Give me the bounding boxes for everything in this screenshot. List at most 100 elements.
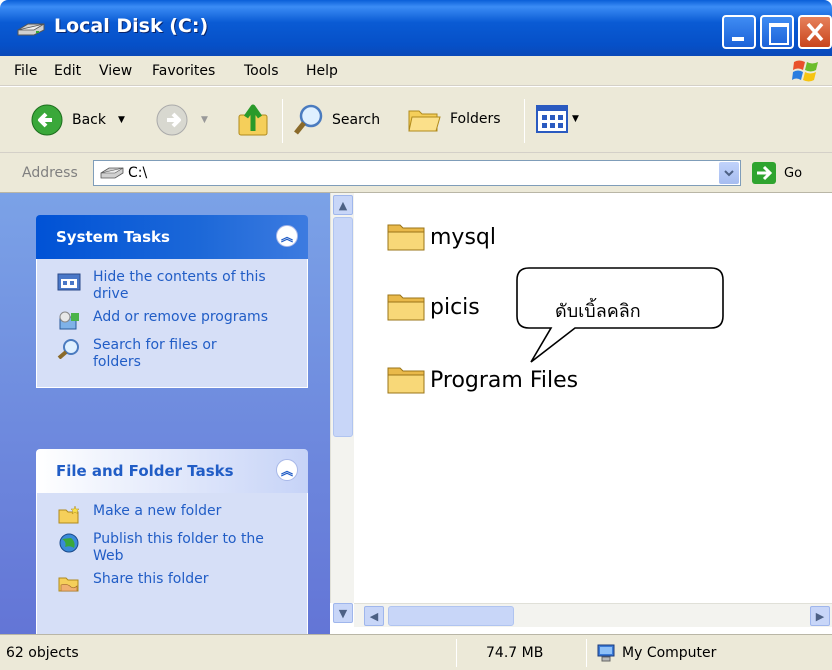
menu-favorites[interactable]: Favorites [152,63,215,79]
up-folder-button[interactable] [235,101,271,139]
task-hide-drive-contents[interactable]: Hide the contents of this drive [57,269,297,303]
publish-web-icon [59,533,79,553]
views-button[interactable]: ▼ [536,105,579,133]
folder-item-mysql[interactable]: mysql [386,222,496,252]
folder-name: mysql [430,224,496,250]
folder-item-picis[interactable]: picis [386,292,480,322]
task-label: Publish this folder to the Web [93,531,264,564]
menu-bar: File Edit View Favorites Tools Help [0,56,832,86]
address-bar: Address C:\ Go [0,153,832,193]
search-icon [57,339,79,359]
file-folder-tasks-header[interactable]: File and Folder Tasks ︽ [36,449,308,493]
location-label: My Computer [622,645,717,661]
task-publish-web[interactable]: Publish this folder to the Web [57,531,297,565]
hide-drive-icon [57,273,81,291]
search-label: Search [332,112,381,128]
back-button[interactable]: Back ▼ [30,103,125,137]
folder-icon [387,224,425,251]
close-icon [806,22,824,42]
close-button[interactable] [798,15,832,49]
forward-button[interactable]: ▼ [155,103,208,137]
back-dropdown-icon[interactable]: ▼ [118,115,125,125]
task-label: Add or remove programs [93,309,268,325]
task-pane: System Tasks ︽ Hide the contents of this… [0,193,330,653]
new-folder-icon [58,505,80,524]
task-make-new-folder[interactable]: Make a new folder [57,503,297,525]
scroll-left-icon[interactable]: ◀ [364,606,384,626]
folder-name: picis [430,294,480,320]
task-label: Make a new folder [93,503,222,519]
system-tasks-panel: System Tasks ︽ Hide the contents of this… [36,215,308,388]
task-share-folder[interactable]: Share this folder [57,571,297,593]
system-tasks-header[interactable]: System Tasks ︽ [36,215,308,259]
task-add-remove-programs[interactable]: Add or remove programs [57,309,297,331]
vertical-scroll-thumb[interactable] [333,217,353,437]
status-bar: 62 objects 74.7 MB My Computer [0,634,832,670]
toolbar-separator [524,99,525,143]
menu-edit[interactable]: Edit [54,63,81,79]
folder-icon [387,367,425,394]
callout-text: ดับเบิ้ลคลิก [555,301,641,322]
task-label: Hide the contents of this drive [93,269,266,302]
search-button[interactable]: Search [292,103,380,137]
toolbar: Back ▼ ▼ Search Folders ▼ [0,87,832,153]
total-size: 74.7 MB [486,645,544,661]
forward-dropdown-icon[interactable]: ▼ [201,115,208,125]
horizontal-scrollbar[interactable]: ◀ ▶ [354,603,832,627]
address-dropdown-button[interactable] [719,162,739,184]
folder-name: Program Files [430,367,579,393]
horizontal-scroll-thumb[interactable] [388,606,514,626]
views-dropdown-icon[interactable]: ▼ [572,114,579,124]
file-folder-tasks-title: File and Folder Tasks [56,462,234,480]
system-tasks-body: Hide the contents of this drive Add or r… [36,259,308,388]
title-bar[interactable]: Local Disk (C:) [0,0,832,56]
address-value: C:\ [128,165,148,181]
back-label: Back [72,112,106,128]
vertical-scrollbar[interactable]: ▲ ▼ [330,193,354,623]
folders-icon [408,110,441,132]
minimize-button[interactable] [722,15,756,49]
go-label: Go [784,165,803,181]
window-title: Local Disk (C:) [54,15,209,37]
my-computer-icon [597,644,615,662]
collapse-chevron-icon[interactable]: ︽ [276,459,298,481]
collapse-chevron-icon[interactable]: ︽ [276,225,298,247]
go-arrow-icon [752,162,776,184]
address-label: Address [22,165,78,181]
status-separator [456,639,457,667]
task-label: Share this folder [93,571,209,587]
scroll-right-icon[interactable]: ▶ [810,606,830,626]
up-folder-icon [238,104,268,136]
folders-label: Folders [450,111,501,127]
file-list-pane [330,193,832,634]
folder-icon [387,294,425,321]
maximize-button[interactable] [760,15,794,49]
views-icon [536,105,568,133]
search-icon [294,104,323,135]
forward-arrow-icon [156,104,188,136]
chevron-down-icon [724,170,734,177]
menu-tools[interactable]: Tools [244,63,279,79]
file-folder-tasks-body: Make a new folder Publish this folder to… [36,493,308,653]
go-button[interactable]: Go [752,162,802,184]
status-separator [586,639,587,667]
address-input[interactable]: C:\ [93,160,741,186]
add-remove-programs-icon [59,311,79,330]
task-label: Search for files or folders [93,337,217,370]
scroll-down-icon[interactable]: ▼ [333,603,353,623]
drive-icon [17,23,45,36]
menu-help[interactable]: Help [306,63,338,79]
toolbar-separator [282,99,283,143]
task-search-files[interactable]: Search for files or folders [57,337,297,371]
drive-icon [100,167,124,179]
folders-button[interactable]: Folders [406,103,501,135]
object-count: 62 objects [6,645,79,661]
menu-view[interactable]: View [99,63,132,79]
scroll-up-icon[interactable]: ▲ [333,195,353,215]
system-tasks-title: System Tasks [56,228,170,246]
share-folder-icon [58,577,79,592]
menu-file[interactable]: File [14,63,37,79]
file-folder-tasks-panel: File and Folder Tasks ︽ Make a new folde… [36,449,308,653]
windows-logo-icon [792,60,818,82]
folder-item-program-files[interactable]: Program Files [386,365,578,395]
